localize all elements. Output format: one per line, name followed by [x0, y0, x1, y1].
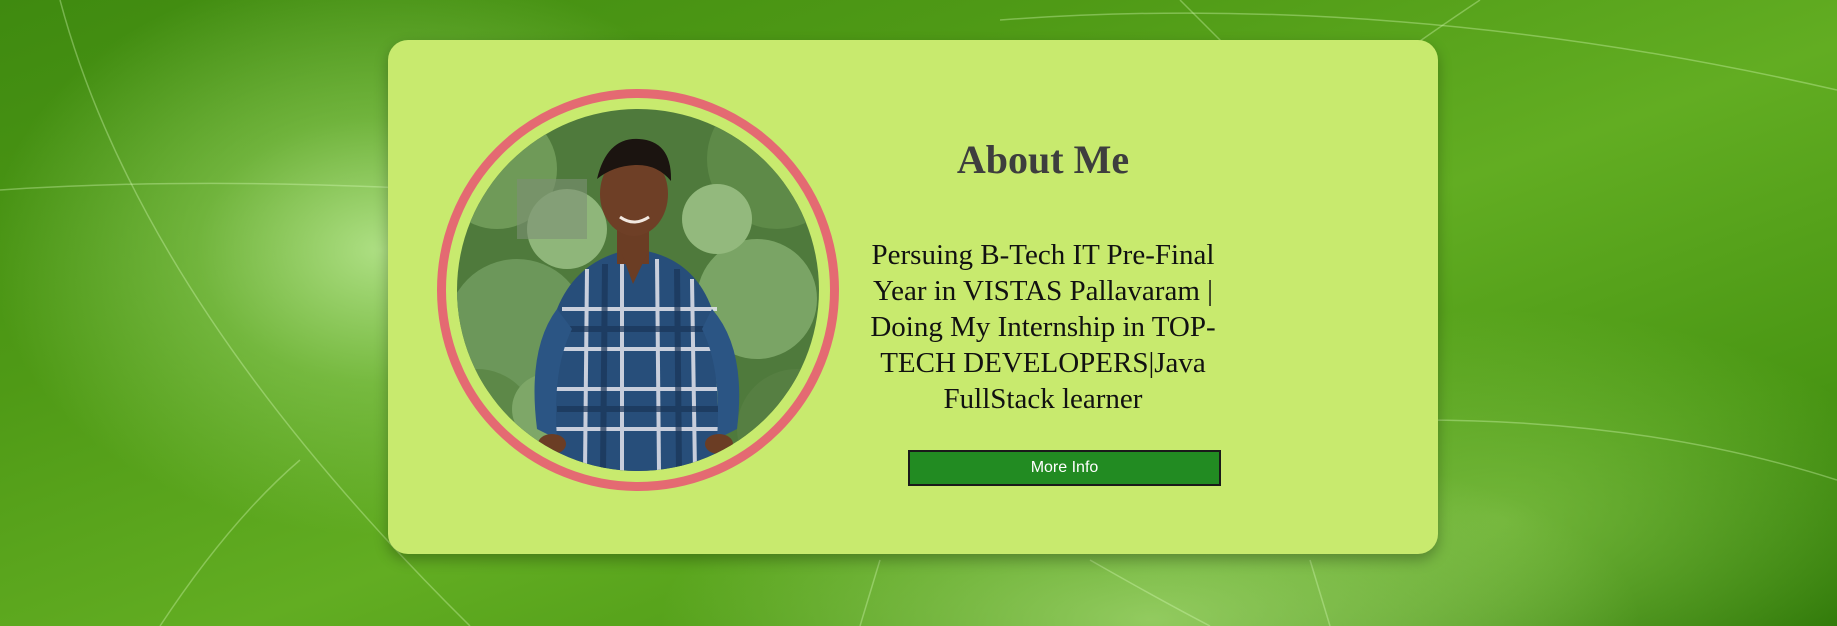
about-card: About Me Persuing B-Tech IT Pre-Final Ye…	[388, 40, 1438, 554]
about-bio: Persuing B-Tech IT Pre-Final Year in VIS…	[870, 239, 1216, 415]
profile-photo-ring	[437, 89, 839, 491]
more-info-button[interactable]: More Info	[908, 450, 1221, 486]
profile-photo	[457, 109, 819, 471]
profile-photo-illustration	[457, 109, 819, 471]
about-title: About Me	[956, 137, 1130, 182]
